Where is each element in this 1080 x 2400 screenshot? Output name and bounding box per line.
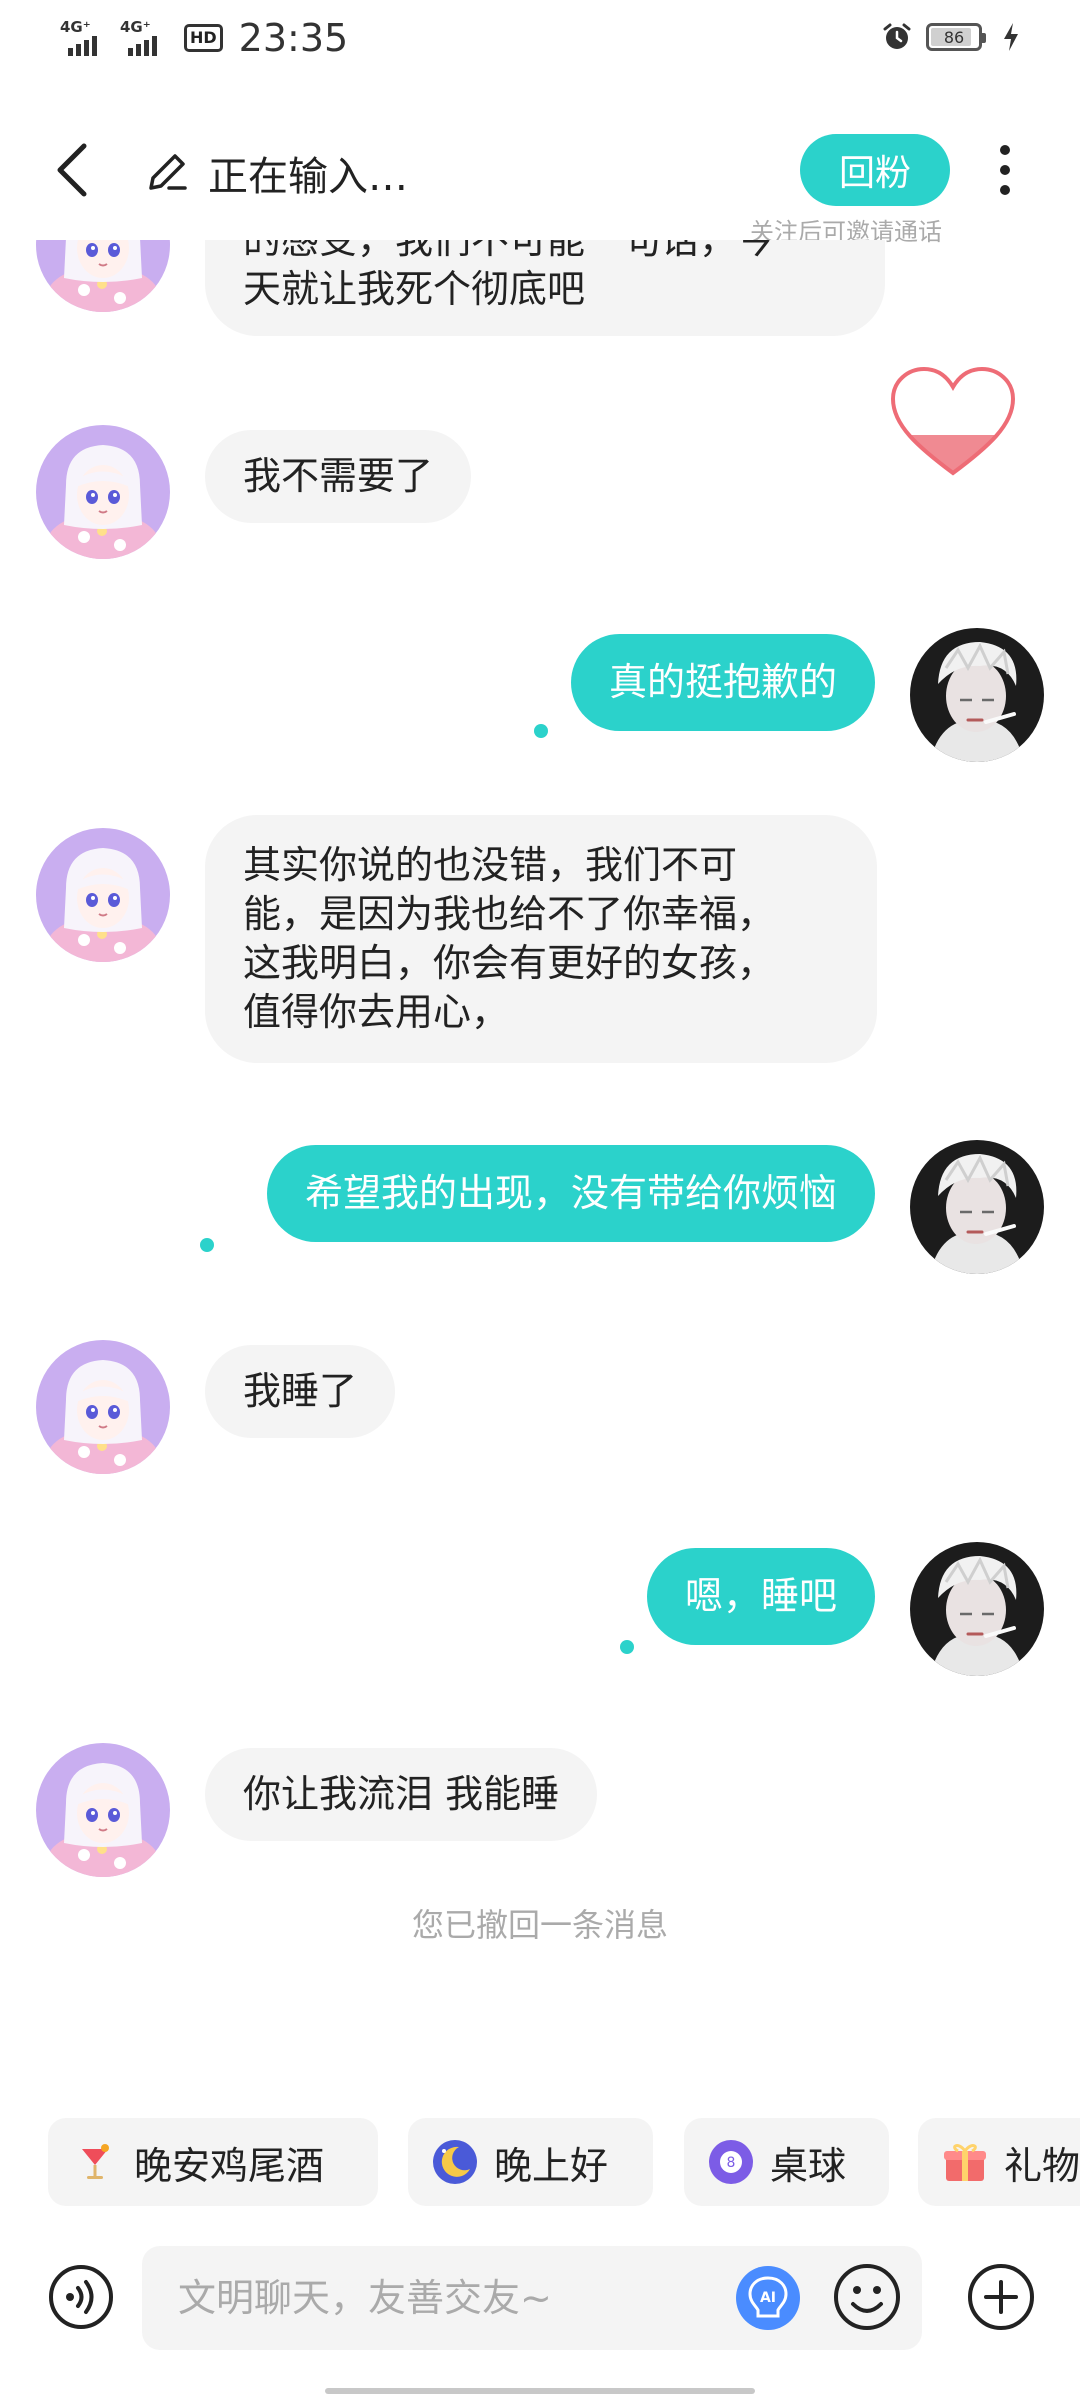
message-bubble-received[interactable]: 的感受，我们不可能一句话，今 天就让我死个彻底吧 bbox=[205, 240, 885, 336]
voice-input-icon[interactable] bbox=[48, 2264, 114, 2330]
add-more-icon[interactable] bbox=[966, 2262, 1036, 2332]
quick-reply-label: 晚上好 bbox=[494, 2143, 609, 2188]
my-avatar[interactable] bbox=[910, 1140, 1044, 1274]
message-bubble-received[interactable]: 我睡了 bbox=[205, 1345, 396, 1438]
pencil-icon bbox=[149, 154, 187, 190]
quick-reply-chip[interactable]: 8 桌球 bbox=[684, 2118, 889, 2206]
ai-assistant-icon[interactable]: AI bbox=[734, 2264, 802, 2332]
quick-reply-chip[interactable]: 礼物 bbox=[918, 2118, 1080, 2206]
my-avatar[interactable] bbox=[910, 628, 1044, 762]
contact-avatar[interactable] bbox=[36, 1743, 170, 1877]
message-text: 希望我的出现，没有带给你烦恼 bbox=[304, 1171, 837, 1215]
message-text: 我不需要了 bbox=[243, 454, 434, 498]
message-text: 我睡了 bbox=[243, 1369, 358, 1413]
message-text: 你让我流泪 我能睡 bbox=[243, 1772, 560, 1816]
message-list[interactable]: 的感受，我们不可能一句话，今 天就让我死个彻底吧 我不需要了 真的挺抱歉的 其实… bbox=[0, 240, 1080, 2100]
message-text-line: 天就让我死个彻底吧 bbox=[243, 267, 586, 311]
charging-icon bbox=[1004, 23, 1018, 51]
message-text-line: 能，是因为我也给不了你幸福， bbox=[243, 892, 776, 936]
unread-status-dot bbox=[200, 1238, 214, 1252]
status-bar: 4G⁺ 4G⁺ HD 23:35 86 bbox=[0, 0, 1080, 84]
quick-reply-label: 晚安鸡尾酒 bbox=[134, 2143, 325, 2188]
message-bubble-sent[interactable]: 嗯，睡吧 bbox=[646, 1548, 875, 1645]
unread-status-dot bbox=[620, 1640, 634, 1654]
network-type-label: 4G⁺ bbox=[60, 18, 91, 36]
gift-icon bbox=[944, 2144, 986, 2181]
quick-reply-label: 桌球 bbox=[770, 2143, 847, 2188]
home-indicator[interactable] bbox=[325, 2388, 755, 2394]
moon-icon bbox=[433, 2140, 477, 2184]
my-avatar[interactable] bbox=[910, 1542, 1044, 1676]
contact-avatar[interactable] bbox=[36, 828, 170, 962]
quick-reply-label: 礼物 bbox=[1004, 2143, 1080, 2188]
message-bubble-received[interactable]: 你让我流泪 我能睡 bbox=[205, 1748, 598, 1841]
message-bubble-received[interactable]: 我不需要了 bbox=[205, 430, 472, 523]
quick-reply-chip[interactable]: 晚安鸡尾酒 bbox=[48, 2118, 378, 2206]
battery-icon: 86 bbox=[926, 23, 986, 51]
message-input[interactable] bbox=[142, 2246, 922, 2350]
svg-text:8: 8 bbox=[727, 2155, 736, 2171]
follow-back-button[interactable]: 回粉 bbox=[800, 134, 950, 206]
message-text-line: 其实你说的也没错，我们不可 bbox=[243, 843, 738, 887]
message-text-line: 值得你去用心， bbox=[243, 990, 510, 1034]
message-text: 嗯，睡吧 bbox=[684, 1574, 837, 1618]
hd-voice-icon: HD bbox=[184, 24, 223, 52]
unread-status-dot bbox=[534, 724, 548, 738]
message-text-line: 的感受，我们不可能一句话，今 bbox=[243, 240, 776, 262]
network-type-label: 4G⁺ bbox=[120, 18, 151, 36]
more-options-icon[interactable] bbox=[990, 142, 1020, 198]
quick-reply-bar[interactable]: 晚安鸡尾酒 晚上好 8 桌球 礼物 bbox=[0, 2118, 1080, 2208]
back-arrow-icon[interactable] bbox=[50, 140, 94, 200]
message-text-line: 这我明白，你会有更好的女孩， bbox=[243, 941, 776, 985]
cocktail-icon bbox=[82, 2144, 109, 2179]
recall-notice: 您已撤回一条消息 bbox=[411, 1906, 668, 1944]
billiard-ball-icon: 8 bbox=[709, 2140, 753, 2184]
input-bar: AI bbox=[0, 2238, 1080, 2358]
quick-reply-chip[interactable]: 晚上好 bbox=[408, 2118, 653, 2206]
svg-text:AI: AI bbox=[760, 2290, 776, 2306]
heart-icon[interactable] bbox=[888, 365, 1018, 480]
signal-sim2-icon: 4G⁺ bbox=[120, 16, 170, 60]
typing-status-title: 正在输入… bbox=[208, 154, 408, 200]
message-bubble-sent[interactable]: 真的挺抱歉的 bbox=[570, 634, 875, 731]
battery-level: 86 bbox=[943, 27, 965, 47]
message-text: 真的挺抱歉的 bbox=[608, 660, 837, 704]
contact-avatar[interactable] bbox=[36, 240, 170, 312]
contact-avatar[interactable] bbox=[36, 1340, 170, 1474]
signal-sim1-icon: 4G⁺ bbox=[60, 16, 110, 60]
message-bubble-sent[interactable]: 希望我的出现，没有带给你烦恼 bbox=[266, 1145, 875, 1242]
chat-header: 正在输入… 回粉 关注后可邀请通话 bbox=[0, 120, 1080, 246]
message-bubble-received[interactable]: 其实你说的也没错，我们不可 能，是因为我也给不了你幸福， 这我明白，你会有更好的… bbox=[205, 815, 877, 1063]
contact-avatar[interactable] bbox=[36, 425, 170, 559]
alarm-icon bbox=[883, 23, 911, 49]
clock: 23:35 bbox=[238, 16, 349, 60]
emoji-icon[interactable] bbox=[832, 2262, 902, 2332]
